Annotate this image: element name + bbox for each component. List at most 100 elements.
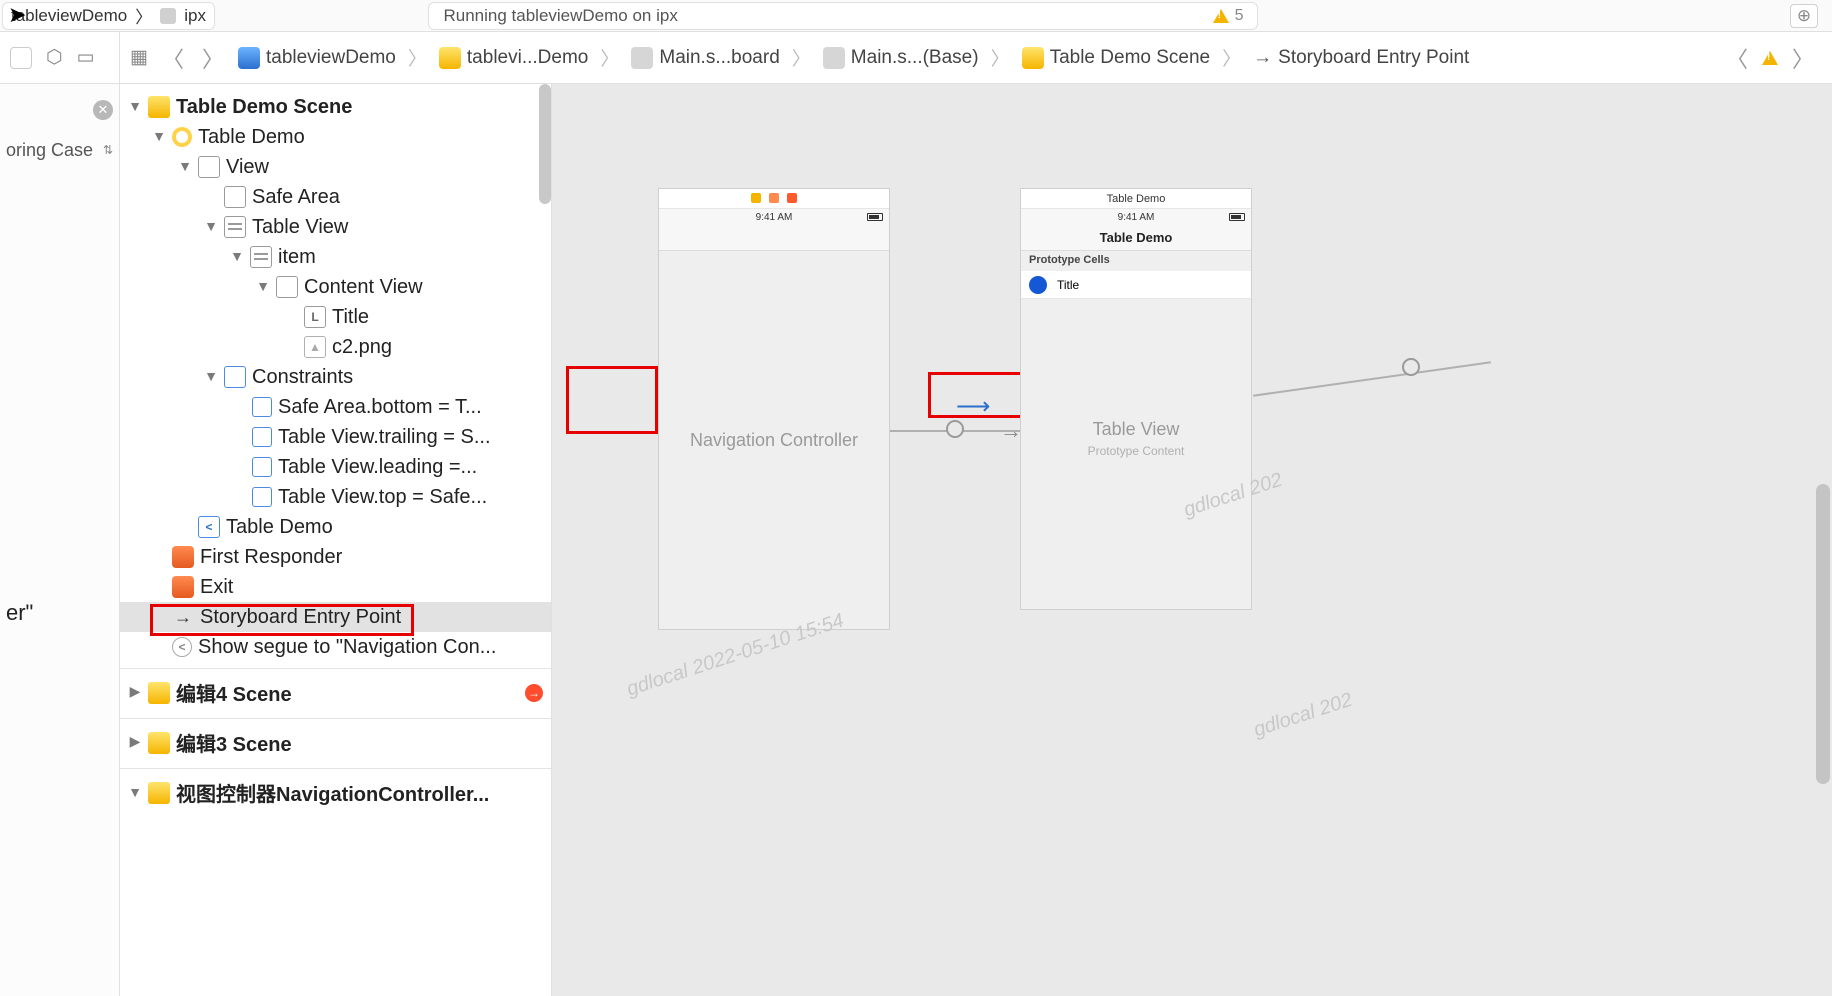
comment-icon[interactable]: ▭: [77, 46, 95, 69]
scene-row[interactable]: 编辑4 Scene →: [120, 668, 551, 712]
scene-title-label: Table Demo: [1107, 193, 1166, 205]
segue-circle-icon[interactable]: [946, 420, 964, 438]
contentview-row[interactable]: Content View: [120, 272, 551, 302]
chevron-icon: 〉: [598, 44, 621, 71]
chevron-icon: 〉: [1220, 44, 1243, 71]
activity-status[interactable]: Running tableviewDemo on ipx 5: [428, 2, 1258, 30]
vc-dot-icon: [751, 193, 761, 203]
disclosure-icon[interactable]: [128, 683, 142, 700]
filter-option-label: oring Case: [6, 140, 93, 161]
navigation-controller-scene[interactable]: 9:41 AM Navigation Controller: [658, 188, 890, 630]
tableview-placeholder-sub: Prototype Content: [1021, 440, 1251, 458]
vc-label: Table Demo: [198, 126, 305, 149]
crumb-base[interactable]: Main.s...(Base): [823, 47, 979, 69]
list-icon[interactable]: [10, 47, 32, 69]
disclosure-icon[interactable]: [128, 98, 142, 114]
navitem-label: Table Demo: [226, 516, 333, 539]
constraint-row[interactable]: Table View.top = Safe...: [120, 482, 551, 512]
segue-row[interactable]: < Show segue to "Navigation Con...: [120, 632, 551, 662]
crumb-folder[interactable]: tablevi...Demo: [439, 47, 588, 69]
label-row[interactable]: L Title: [120, 302, 551, 332]
navitem-row[interactable]: < Table Demo: [120, 512, 551, 542]
related-items-icon[interactable]: ▦: [130, 46, 148, 69]
scrollbar-thumb[interactable]: [1816, 484, 1830, 784]
filter-field-row[interactable]: ✕: [6, 90, 113, 130]
window-titlebar: ➤ tableviewDemo 〉 ipx Running tableviewD…: [0, 0, 1832, 32]
exit-dot-icon: [787, 193, 797, 203]
next-issue-button[interactable]: 〉: [1788, 42, 1818, 74]
disclosure-icon[interactable]: [204, 368, 218, 384]
nav-controller-label: Navigation Controller: [690, 430, 858, 451]
back-icon: <: [198, 516, 220, 538]
storyboard-canvas[interactable]: ⟶ → 9:41 AM Navigation Controller: [552, 84, 1832, 996]
firstresponder-label: First Responder: [200, 546, 342, 569]
warning-icon: [1213, 9, 1229, 23]
constraint-row[interactable]: Safe Area.bottom = T...: [120, 392, 551, 422]
view-label: View: [226, 156, 269, 179]
cell-icon: [250, 246, 272, 268]
scene-row[interactable]: 编辑3 Scene: [120, 718, 551, 762]
warning-icon[interactable]: [1762, 51, 1778, 65]
scene-row[interactable]: 视图控制器NavigationController...: [120, 768, 551, 812]
table-demo-scene[interactable]: Table Demo 9:41 AM Table Demo Prototype …: [1020, 188, 1252, 610]
constraint-icon: [252, 457, 272, 477]
constraint-row[interactable]: Table View.trailing = S...: [120, 422, 551, 452]
view-icon: [198, 156, 220, 178]
disclosure-icon[interactable]: [128, 733, 142, 750]
prev-issue-button[interactable]: 〈: [1722, 42, 1752, 74]
scrollbar-thumb[interactable]: [539, 84, 551, 204]
crumb-scene[interactable]: Table Demo Scene: [1022, 47, 1211, 69]
back-button[interactable]: 〈: [158, 42, 188, 74]
navigator-filter-panel: ✕ oring Case ⇅ er": [0, 84, 120, 996]
scene-icon: [148, 782, 170, 804]
disclosure-icon[interactable]: [128, 784, 142, 800]
disclosure-icon[interactable]: [178, 158, 192, 174]
jump-bar: ⬡ ▭ ▦ 〈 〉 tableviewDemo 〉 tablevi...Demo…: [0, 32, 1832, 84]
scene-label: 编辑4 Scene: [176, 678, 292, 707]
filter-option[interactable]: oring Case ⇅: [6, 130, 113, 170]
issue-indicator[interactable]: 5: [1213, 7, 1244, 25]
prototype-cell[interactable]: Title: [1021, 271, 1251, 299]
segue-circle-icon[interactable]: [1402, 358, 1420, 376]
tag-icon[interactable]: ⬡: [46, 46, 63, 69]
view-icon: [276, 276, 298, 298]
file-icon: [823, 47, 845, 69]
crumb-entry[interactable]: → Storyboard Entry Point: [1253, 47, 1469, 69]
warning-count: 5: [1235, 7, 1244, 25]
device-icon: [160, 8, 176, 24]
cell-image-icon: [1029, 276, 1047, 294]
entrypoint-row[interactable]: → Storyboard Entry Point: [120, 602, 551, 632]
constraints-row[interactable]: Constraints: [120, 362, 551, 392]
disclosure-icon[interactable]: [152, 128, 166, 144]
forward-button[interactable]: 〉: [198, 42, 228, 74]
segue-line[interactable]: [1253, 361, 1491, 396]
exit-row[interactable]: Exit: [120, 572, 551, 602]
constraint-row[interactable]: Table View.leading =...: [120, 452, 551, 482]
library-button[interactable]: ⊕: [1790, 4, 1818, 28]
scene-row[interactable]: Table Demo Scene: [120, 92, 551, 122]
viewcontroller-row[interactable]: Table Demo: [120, 122, 551, 152]
chevron-right-icon: 〉: [135, 3, 152, 28]
document-outline: Table Demo Scene Table Demo View Safe Ar…: [120, 84, 552, 996]
disclosure-icon[interactable]: [204, 218, 218, 234]
disclosure-icon[interactable]: [256, 278, 270, 294]
time-label: 9:41 AM: [756, 212, 793, 223]
plus-icon: ⊕: [1797, 6, 1811, 26]
crumb-project[interactable]: tableviewDemo: [238, 47, 396, 69]
scene-titlebar[interactable]: Table Demo: [1021, 189, 1251, 209]
tableview-row[interactable]: Table View: [120, 212, 551, 242]
arrow-right-icon: →: [1253, 47, 1272, 69]
scene-titlebar[interactable]: [659, 189, 889, 209]
scene-label: 编辑3 Scene: [176, 728, 292, 757]
safearea-row[interactable]: Safe Area: [120, 182, 551, 212]
image-row[interactable]: ▲ c2.png: [120, 332, 551, 362]
scheme-selector[interactable]: ➤ tableviewDemo 〉 ipx: [0, 2, 215, 30]
crumb-storyboard[interactable]: Main.s...board: [631, 47, 779, 69]
disclosure-icon[interactable]: [230, 248, 244, 264]
label-icon: L: [304, 306, 326, 328]
firstresponder-row[interactable]: First Responder: [120, 542, 551, 572]
view-row[interactable]: View: [120, 152, 551, 182]
cell-row[interactable]: item: [120, 242, 551, 272]
viewcontroller-icon: [172, 127, 192, 147]
clear-icon[interactable]: ✕: [93, 100, 113, 120]
